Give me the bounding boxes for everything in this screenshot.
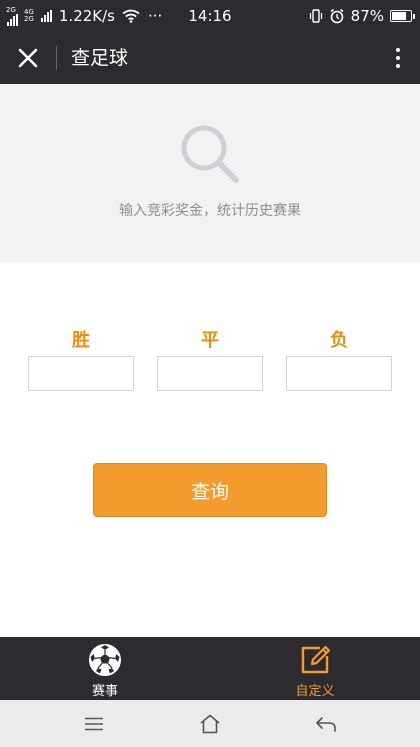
- search-icon: [181, 125, 239, 183]
- draw-odds-input[interactable]: [157, 356, 263, 391]
- search-banner: 输入竞彩奖金，统计历史赛果: [0, 84, 420, 262]
- menu-icon: [85, 717, 103, 731]
- query-button[interactable]: 查询: [93, 463, 327, 517]
- home-icon: [200, 714, 220, 734]
- menu-button[interactable]: [74, 708, 114, 740]
- close-icon: [18, 48, 38, 68]
- app-header: 查足球: [0, 32, 420, 84]
- status-bar: 2G 4G 2G 1.22K/s ··· 14:16 87%: [0, 0, 420, 32]
- battery-text: 87%: [350, 7, 384, 25]
- bottom-tab-bar: 赛事 自定义: [0, 637, 420, 700]
- search-hint: 输入竞彩奖金，统计历史赛果: [119, 203, 301, 219]
- page-title: 查足球: [71, 47, 129, 69]
- back-icon: [316, 717, 336, 732]
- win-label: 胜: [72, 330, 90, 351]
- tab-matches[interactable]: 赛事: [45, 637, 165, 700]
- more-button[interactable]: [388, 42, 408, 74]
- status-right: 87%: [309, 0, 415, 32]
- edit-icon: [297, 642, 333, 678]
- soccer-ball-icon: [87, 642, 123, 678]
- tab-custom[interactable]: 自定义: [255, 637, 375, 700]
- more-vertical-icon: [396, 48, 400, 52]
- battery-icon: [390, 10, 415, 22]
- alarm-icon: [330, 8, 344, 24]
- header-divider: [56, 46, 57, 70]
- tab-custom-label: 自定义: [295, 684, 335, 699]
- system-nav-bar: [0, 700, 420, 747]
- battery-level-fill: [392, 12, 407, 20]
- tab-matches-label: 赛事: [91, 684, 118, 699]
- close-button[interactable]: [10, 40, 46, 76]
- lose-label: 负: [330, 330, 348, 351]
- back-button[interactable]: [306, 708, 346, 740]
- home-button[interactable]: [190, 708, 230, 740]
- win-odds-input[interactable]: [28, 356, 134, 391]
- lose-odds-input[interactable]: [286, 356, 392, 391]
- draw-label: 平: [201, 330, 219, 351]
- vibrate-icon: [309, 9, 322, 23]
